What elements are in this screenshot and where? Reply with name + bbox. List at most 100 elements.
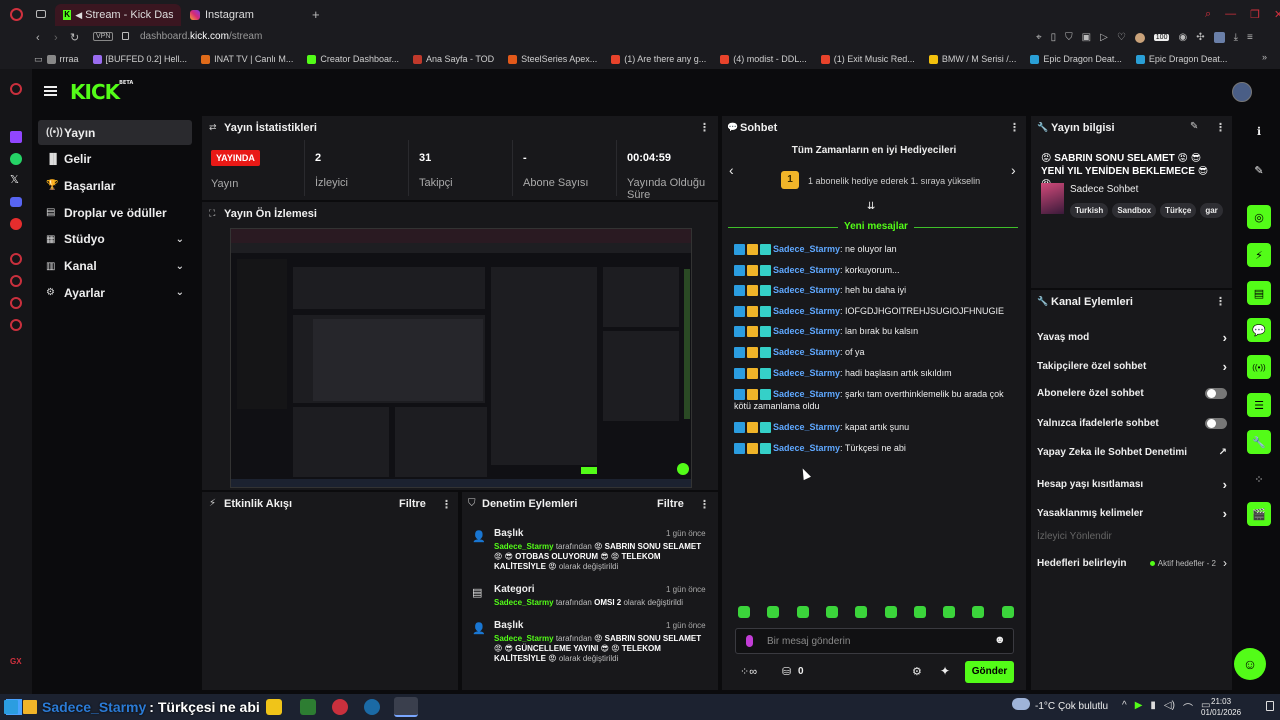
nav-item-0[interactable]: ((•)) Yayın (38, 120, 192, 145)
tray-chevron-icon[interactable]: ^ (1122, 700, 1127, 715)
nav-item-1[interactable]: ▐▌ Gelir (38, 147, 192, 172)
bookmark-item[interactable]: INAT TV | Canlı M... (201, 54, 293, 64)
send-button[interactable]: Gönder (965, 661, 1014, 683)
nav-item-6[interactable]: ⚙ Ayarlar ⌄ (38, 280, 192, 305)
shield-icon[interactable]: ⛉ (1065, 32, 1073, 43)
player-icon[interactable] (10, 275, 22, 287)
profile-avatar-icon[interactable] (1213, 32, 1225, 43)
chat-username[interactable]: Sadece_Starmy (773, 306, 840, 316)
download-icon[interactable]: ⤓ (1234, 32, 1238, 43)
channel-action-item[interactable]: Yasaklanmış kelimeler › (1037, 506, 1227, 521)
emote-icon[interactable] (884, 606, 897, 618)
activity-more-icon[interactable]: ⋮ (441, 498, 452, 511)
mod-user[interactable]: Sadece_Starmy (494, 542, 554, 551)
people-icon[interactable]: ⁘ (1247, 467, 1271, 491)
broadcast-icon[interactable]: ((•)) (1247, 355, 1271, 379)
bookmark-item[interactable]: [BUFFED 0.2] Hell... (92, 54, 187, 64)
emote-icon[interactable] (855, 606, 868, 618)
vpn-badge[interactable]: VPN (93, 32, 114, 41)
puzzle-icon[interactable]: ✣ (1196, 32, 1204, 43)
chat-username[interactable]: Sadece_Starmy (773, 422, 840, 432)
extensions-icon[interactable] (10, 297, 22, 309)
play-icon[interactable]: ▷ (1100, 32, 1108, 43)
chat-message[interactable]: Sadece_Starmy: hadi başlasın artık sıkıl… (734, 367, 1016, 380)
clapper-icon[interactable]: 🎬 (1247, 502, 1271, 526)
emote-icon[interactable] (796, 606, 809, 618)
discord-icon[interactable] (10, 197, 22, 207)
forward-icon[interactable]: › (54, 32, 58, 44)
chat-username[interactable]: Sadece_Starmy (773, 285, 840, 295)
channel-action-item[interactable]: Yapay Zeka ile Sohbet Denetimi ↗ (1037, 447, 1227, 458)
more-bookmarks-icon[interactable]: » (1262, 52, 1267, 62)
stream-preview-image[interactable] (230, 228, 692, 488)
bookmark-icon[interactable]: ▯ (1051, 32, 1057, 43)
minimize-icon[interactable]: — (1225, 8, 1236, 21)
chat-message[interactable]: Sadece_Starmy: kapat artık şunu (734, 421, 1016, 434)
emote-icon[interactable] (767, 606, 780, 618)
url-field[interactable]: dashboard.kick.com/stream (140, 31, 262, 42)
explorer-icon[interactable] (266, 699, 282, 715)
channel-action-item[interactable]: Takipçilere özel sohbet › (1037, 359, 1227, 374)
chat-settings-icon[interactable]: ⚙ (912, 665, 922, 678)
close-icon[interactable]: ✕ (1274, 8, 1280, 21)
emoji-picker-icon[interactable]: ☻ (994, 634, 1006, 646)
bookmark-item[interactable]: (1) Are there any g... (611, 54, 706, 64)
chat-message[interactable]: Sadece_Starmy: of ya (734, 346, 1016, 359)
chat-message[interactable]: Sadece_Starmy: korkuyorum... (734, 264, 1016, 277)
microphone-icon[interactable]: ▮ (1150, 700, 1156, 715)
gifters-next-button[interactable]: › (1011, 162, 1016, 178)
edit-icon[interactable]: ✎ (1247, 158, 1271, 182)
stats-more-icon[interactable]: ⋮ (699, 121, 710, 134)
notification-icon[interactable] (1266, 701, 1274, 711)
emote-icon[interactable] (943, 606, 956, 618)
chat-message[interactable]: Sadece_Starmy: IOFGDJHGOITREHJSUGIOJFHNU… (734, 305, 1016, 318)
chat-username[interactable]: Sadece_Starmy (773, 389, 840, 399)
bookmark-item[interactable]: rrraa (46, 54, 79, 64)
chat-message[interactable]: Sadece_Starmy: lan bırak bu kalsın (734, 325, 1016, 338)
user-avatar[interactable] (1232, 82, 1252, 102)
emote-icon[interactable] (913, 606, 926, 618)
chat-input[interactable]: Bir mesaj gönderin ☻ (735, 628, 1014, 654)
chat-message[interactable]: Sadece_Starmy: ne oluyor lan (734, 243, 1016, 256)
search-tabs-icon[interactable]: ⌕ (1205, 8, 1211, 21)
chat-username[interactable]: Sadece_Starmy (773, 347, 840, 357)
wrench-icon[interactable]: 🔧 (1247, 430, 1271, 454)
volume-icon[interactable]: ◁) (1164, 700, 1175, 715)
chat-message[interactable]: Sadece_Starmy: Türkçesi ne abi (734, 442, 1016, 455)
emote-menu-icon[interactable]: ✦ (940, 664, 950, 678)
bookmark-item[interactable]: SteelSeries Apex... (508, 54, 597, 64)
emote-icon[interactable] (738, 606, 750, 618)
opera-taskbar-icon[interactable] (332, 699, 348, 715)
x-icon[interactable]: 𝕏 (10, 173, 19, 186)
bookmark-item[interactable]: Epic Dragon Deat... (1135, 54, 1227, 64)
stream-info-more-icon[interactable]: ⋮ (1215, 121, 1226, 134)
hamburger-icon[interactable] (44, 86, 57, 96)
emote-icon[interactable] (972, 606, 985, 618)
chat-more-icon[interactable]: ⋮ (1009, 121, 1020, 134)
maximize-icon[interactable]: ❐ (1250, 8, 1260, 21)
bookmark-item[interactable]: Creator Dashboar... (307, 54, 399, 64)
back-icon[interactable]: ‹ (36, 32, 40, 44)
gifters-prev-button[interactable]: ‹ (729, 162, 734, 178)
chat-message[interactable]: Sadece_Starmy: şarkı tam overthinklemeli… (734, 388, 1016, 412)
twitch-icon[interactable] (10, 131, 22, 143)
channel-action-item[interactable]: Hedefleri belirleyin Aktif hedefler - 2 › (1037, 556, 1227, 570)
tag-chip[interactable]: Turkish (1070, 203, 1109, 218)
steam-icon[interactable] (364, 699, 380, 715)
nav-item-4[interactable]: ▦ Stüdyo ⌄ (38, 227, 192, 252)
channel-actions-more-icon[interactable]: ⋮ (1215, 295, 1226, 308)
scroll-down-icon[interactable]: ⇊ (867, 201, 875, 212)
channel-action-item[interactable]: Abonelere özel sohbet (1037, 388, 1227, 399)
moderation-filter-button[interactable]: Filtre (657, 498, 684, 510)
extension-avatar-icon[interactable] (1134, 32, 1145, 43)
category-thumbnail[interactable] (1041, 183, 1064, 214)
info-icon[interactable]: ℹ (1247, 119, 1271, 143)
nav-item-3[interactable]: ▤ Droplar ve ödüller (38, 200, 192, 225)
tag-chip[interactable]: Türkçe (1160, 203, 1197, 218)
moderation-more-icon[interactable]: ⋮ (699, 498, 710, 511)
history-icon[interactable] (10, 253, 22, 265)
toggle-switch[interactable] (1205, 418, 1227, 429)
tab-instagram[interactable]: Instagram (182, 4, 302, 26)
screenshot-icon[interactable]: ▣ (1082, 32, 1091, 43)
chat-username[interactable]: Sadece_Starmy (773, 244, 840, 254)
